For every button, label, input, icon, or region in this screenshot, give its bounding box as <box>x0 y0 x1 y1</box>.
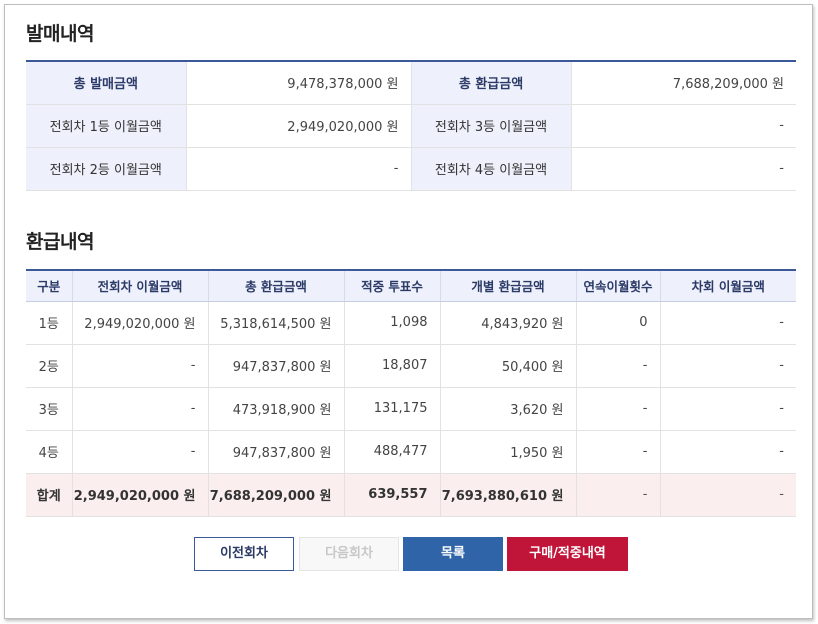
winning-votes-cell: 18,807 <box>343 344 440 388</box>
sales-value: - <box>570 147 796 191</box>
sales-value: - <box>185 147 411 191</box>
carryover-cell: 2,949,020,000 원 <box>71 473 208 517</box>
next-carryover-cell: - <box>659 473 796 517</box>
consecutive-carryover-cell: 0 <box>575 301 660 345</box>
list-button[interactable]: 목록 <box>403 537 503 571</box>
rank-cell: 1등 <box>26 301 72 345</box>
winning-votes-cell: 488,477 <box>343 430 440 474</box>
sales-label: 전회차 1등 이월금액 <box>26 104 186 148</box>
column-header: 차회 이월금액 <box>659 270 796 302</box>
total-refund-cell: 473,918,900 원 <box>207 387 344 431</box>
carryover-cell: - <box>71 430 208 474</box>
consecutive-carryover-cell: - <box>575 387 660 431</box>
sales-label: 전회차 4등 이월금액 <box>410 147 571 191</box>
next-carryover-cell: - <box>659 430 796 474</box>
sales-label: 전회차 2등 이월금액 <box>26 147 186 191</box>
carryover-cell: - <box>71 387 208 431</box>
previous-round-button[interactable]: 이전회차 <box>194 537 294 571</box>
column-header: 연속이월횟수 <box>575 270 660 302</box>
consecutive-carryover-cell: - <box>575 430 660 474</box>
winning-votes-cell: 1,098 <box>343 301 440 345</box>
total-refund-cell: 947,837,800 원 <box>207 344 344 388</box>
winning-votes-cell: 131,175 <box>343 387 440 431</box>
individual-refund-cell: 50,400 원 <box>439 344 576 388</box>
total-row: 합계 2,949,020,000 원 7,688,209,000 원 639,5… <box>26 473 796 517</box>
refund-table: 구분 전회차 이월금액 총 환급금액 적중 투표수 개별 환급금액 연속이월횟수… <box>26 269 796 517</box>
sales-label: 전회차 3등 이월금액 <box>410 104 571 148</box>
table-row: 1등 2,949,020,000 원 5,318,614,500 원 1,098… <box>26 301 796 345</box>
sales-label: 총 발매금액 <box>26 61 186 105</box>
individual-refund-cell: 4,843,920 원 <box>439 301 576 345</box>
sales-row: 전회차 1등 이월금액 2,949,020,000 원 전회차 3등 이월금액 … <box>26 104 796 148</box>
carryover-cell: - <box>71 344 208 388</box>
table-row: 4등 - 947,837,800 원 488,477 1,950 원 - - <box>26 430 796 474</box>
sales-section-title: 발매내역 <box>26 23 94 45</box>
sales-value: - <box>570 104 796 148</box>
refund-header-row: 구분 전회차 이월금액 총 환급금액 적중 투표수 개별 환급금액 연속이월횟수… <box>26 270 796 302</box>
winning-votes-cell: 639,557 <box>343 473 440 517</box>
consecutive-carryover-cell: - <box>575 473 660 517</box>
next-carryover-cell: - <box>659 344 796 388</box>
refund-section-title: 환급내역 <box>26 231 94 253</box>
next-round-button[interactable]: 다음회차 <box>299 537 399 571</box>
sales-label: 총 환급금액 <box>410 61 571 105</box>
rank-cell: 3등 <box>26 387 72 431</box>
individual-refund-cell: 1,950 원 <box>439 430 576 474</box>
column-header: 총 환급금액 <box>207 270 344 302</box>
sales-value: 2,949,020,000 원 <box>185 104 411 148</box>
sales-table: 총 발매금액 9,478,378,000 원 총 환급금액 7,688,209,… <box>26 60 796 191</box>
column-header: 개별 환급금액 <box>439 270 576 302</box>
content-panel: 발매내역 총 발매금액 9,478,378,000 원 총 환급금액 7,688… <box>4 4 813 619</box>
column-header: 구분 <box>26 270 72 302</box>
carryover-cell: 2,949,020,000 원 <box>71 301 208 345</box>
sales-row: 전회차 2등 이월금액 - 전회차 4등 이월금액 - <box>26 147 796 191</box>
column-header: 전회차 이월금액 <box>71 270 208 302</box>
sales-value: 9,478,378,000 원 <box>185 61 411 105</box>
column-header: 적중 투표수 <box>343 270 440 302</box>
sales-value: 7,688,209,000 원 <box>570 61 796 105</box>
rank-cell: 4등 <box>26 430 72 474</box>
individual-refund-cell: 3,620 원 <box>439 387 576 431</box>
next-carryover-cell: - <box>659 387 796 431</box>
rank-cell: 합계 <box>26 473 72 517</box>
table-row: 2등 - 947,837,800 원 18,807 50,400 원 - - <box>26 344 796 388</box>
consecutive-carryover-cell: - <box>575 344 660 388</box>
total-refund-cell: 7,688,209,000 원 <box>207 473 344 517</box>
total-refund-cell: 947,837,800 원 <box>207 430 344 474</box>
purchase-history-button[interactable]: 구매/적중내역 <box>507 537 628 571</box>
rank-cell: 2등 <box>26 344 72 388</box>
total-refund-cell: 5,318,614,500 원 <box>207 301 344 345</box>
table-row: 3등 - 473,918,900 원 131,175 3,620 원 - - <box>26 387 796 431</box>
sales-row: 총 발매금액 9,478,378,000 원 총 환급금액 7,688,209,… <box>26 61 796 105</box>
individual-refund-cell: 7,693,880,610 원 <box>439 473 576 517</box>
next-carryover-cell: - <box>659 301 796 345</box>
